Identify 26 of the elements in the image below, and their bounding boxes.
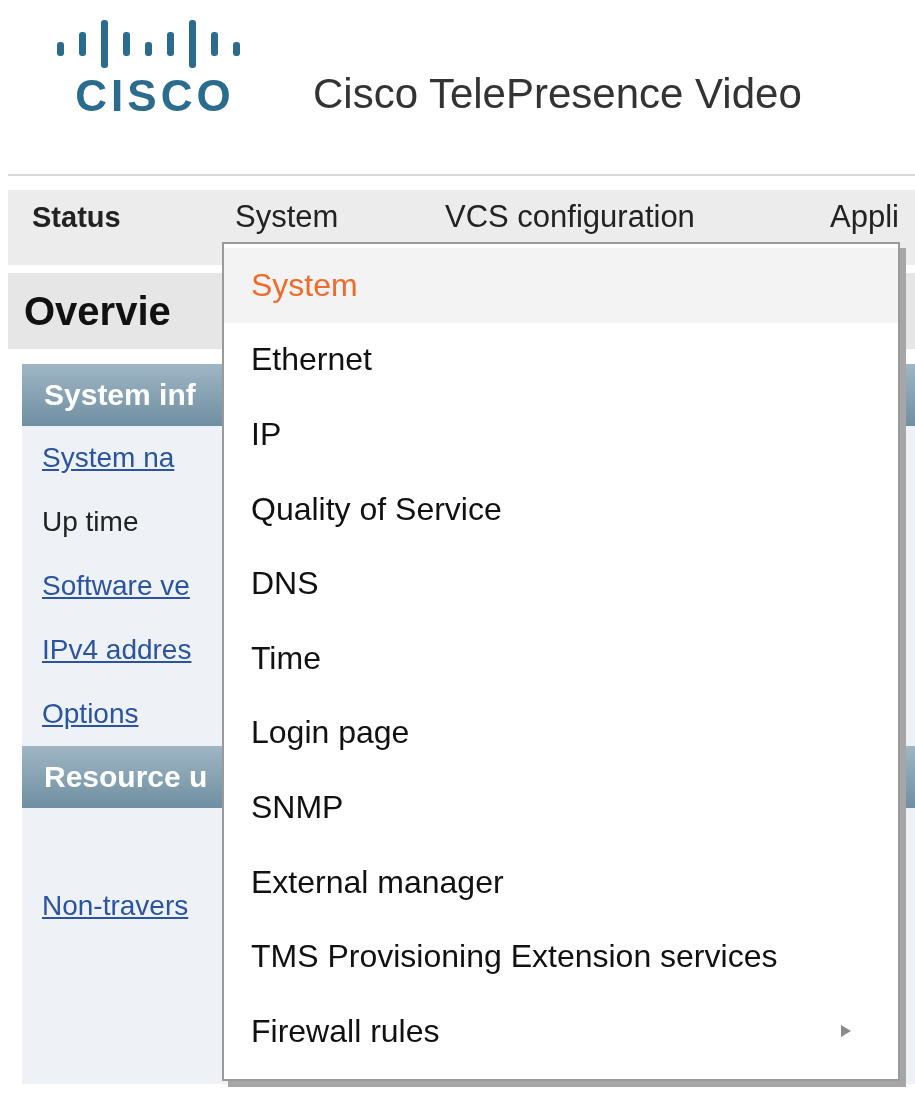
- menu-item[interactable]: IP: [224, 397, 898, 472]
- menu-item[interactable]: Time: [224, 620, 898, 696]
- menu-item[interactable]: Firewall rules: [224, 993, 898, 1069]
- product-title: Cisco TelePresence Video: [313, 70, 802, 118]
- logo-wordmark: CISCO: [75, 70, 235, 122]
- row-link[interactable]: IPv4 addres: [42, 634, 192, 666]
- row-link[interactable]: Software ve: [42, 570, 190, 602]
- menu-item[interactable]: TMS Provisioning Extension services: [224, 919, 898, 994]
- row-label: Up time: [42, 506, 139, 538]
- menu-item[interactable]: Ethernet: [224, 322, 898, 398]
- row-link[interactable]: System na: [42, 442, 175, 474]
- nav-tab[interactable]: VCS configuration: [445, 200, 695, 234]
- menu-item[interactable]: DNS: [224, 546, 898, 621]
- nav-tab[interactable]: Status: [32, 200, 121, 234]
- menu-item[interactable]: Quality of Service: [224, 471, 898, 547]
- submenu-arrow-icon: [840, 1024, 852, 1039]
- nav-tab[interactable]: Appli: [830, 200, 899, 234]
- nav-tab[interactable]: System: [235, 200, 339, 234]
- menu-item[interactable]: Login page: [224, 695, 898, 771]
- menu-item[interactable]: External manager: [224, 844, 898, 920]
- page-heading: Overvie: [23, 288, 171, 334]
- section-title: System inf: [43, 378, 196, 412]
- row-link[interactable]: Non-travers: [42, 890, 189, 922]
- menu-item[interactable]: SNMP: [224, 770, 898, 845]
- section-title: Resource u: [43, 760, 208, 794]
- row-link[interactable]: Options: [42, 698, 139, 730]
